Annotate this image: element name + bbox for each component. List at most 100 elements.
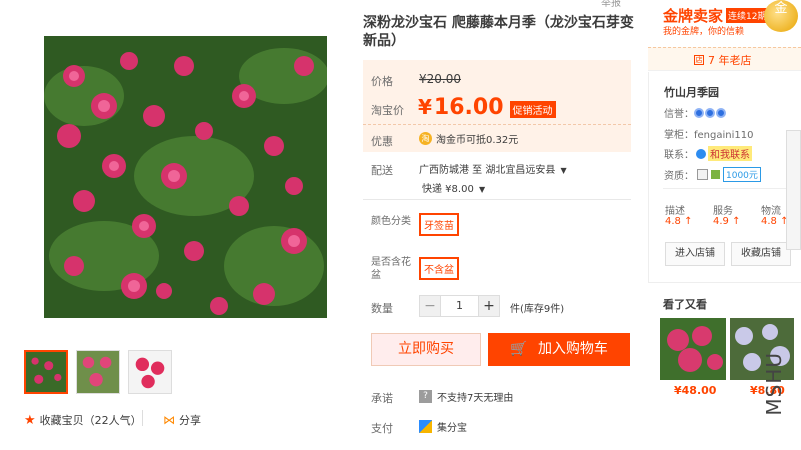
enter-shop-button[interactable]: 进入店铺 bbox=[665, 242, 725, 266]
contact-row: 联系： 和我联系 bbox=[664, 146, 752, 161]
qualification-label: 资质： bbox=[664, 171, 694, 182]
chevron-down-icon: ▼ bbox=[560, 166, 567, 175]
pay-row: 集分宝 bbox=[419, 419, 467, 434]
credit-label: 信誉： bbox=[664, 109, 694, 120]
shipping-label: 配送 bbox=[371, 164, 393, 177]
quantity-input[interactable]: 1 bbox=[441, 295, 478, 317]
favorite-item-button[interactable]: ★ 收藏宝贝（22人气） bbox=[24, 412, 142, 428]
list-price-value: ¥20.00 bbox=[419, 72, 461, 86]
watermark: MSHU bbox=[762, 352, 786, 416]
favorite-label: 收藏宝贝（22人气） bbox=[39, 414, 142, 427]
buy-now-button[interactable]: 立即购买 bbox=[371, 333, 481, 366]
score-value: 4.9 ↑ bbox=[713, 216, 741, 227]
shipping-method-text: 快递 ¥8.00 bbox=[422, 184, 474, 195]
seen-also-title: 看了又看 bbox=[663, 298, 707, 311]
discount-label: 优惠 bbox=[371, 135, 393, 148]
thumbnail-image bbox=[26, 352, 66, 392]
qualification-row: 资质： 1000元 bbox=[664, 167, 761, 182]
gold-coin-icon: 淘 bbox=[419, 132, 432, 145]
thumbnail-1[interactable] bbox=[24, 350, 68, 394]
shipping-route-text: 广西防城港 至 湖北宜昌远安县 bbox=[419, 165, 556, 176]
deposit-icon bbox=[711, 170, 720, 179]
share-label: 分享 bbox=[179, 414, 201, 427]
contact-label: 联系： bbox=[664, 150, 694, 161]
chevron-down-icon: ▼ bbox=[479, 185, 486, 194]
pay-text: 集分宝 bbox=[437, 423, 467, 434]
seen-also-price: ¥48.00 bbox=[674, 384, 717, 397]
contact-seller-button[interactable]: 和我联系 bbox=[708, 146, 752, 161]
credit-row: 信誉： bbox=[664, 105, 727, 120]
sku-option-seedling[interactable]: 牙签苗 bbox=[419, 213, 459, 236]
price-value: 16.00 bbox=[433, 95, 504, 120]
pay-label: 支付 bbox=[371, 422, 393, 435]
product-title: 深粉龙沙宝石 爬藤藤本月季（龙沙宝石芽变新品） bbox=[363, 15, 634, 49]
price-divider bbox=[363, 124, 631, 125]
shop-icon: 店 bbox=[694, 55, 704, 65]
jifenbao-icon bbox=[419, 420, 432, 433]
share-button[interactable]: ⋈ 分享 bbox=[163, 412, 201, 428]
quantity-plus-button[interactable]: + bbox=[478, 295, 500, 317]
credit-diamond-icon bbox=[705, 107, 715, 118]
color-label: 颜色分类 bbox=[371, 216, 411, 227]
promise-text: 不支持7天无理由 bbox=[437, 393, 514, 404]
shipping-route[interactable]: 广西防城港 至 湖北宜昌远安县 ▼ bbox=[419, 161, 567, 176]
score-value: 4.8 ↑ bbox=[665, 216, 693, 227]
credit-diamond-icon bbox=[694, 107, 704, 118]
thumbnail-2[interactable] bbox=[76, 350, 120, 394]
thumbnail-3[interactable] bbox=[128, 350, 172, 394]
divider bbox=[142, 410, 143, 426]
share-icon: ⋈ bbox=[163, 413, 175, 427]
seen-also-image bbox=[660, 318, 726, 380]
owner-label: 掌柜： bbox=[664, 130, 694, 141]
star-icon: ★ bbox=[24, 412, 36, 428]
stock-text: 件(库存9件) bbox=[510, 304, 565, 315]
score-label: 物流 bbox=[761, 206, 781, 217]
promise-label: 承诺 bbox=[371, 392, 393, 405]
question-icon: ? bbox=[419, 390, 432, 403]
thumbnail-image bbox=[77, 351, 119, 393]
score-label: 服务 bbox=[713, 206, 733, 217]
quantity-stepper: − 1 + bbox=[419, 295, 500, 317]
add-to-cart-label: 加入购物车 bbox=[537, 341, 608, 357]
discount-row: 淘 淘金币可抵0.32元 bbox=[419, 131, 518, 146]
shop-name[interactable]: 竹山月季园 bbox=[664, 84, 719, 100]
discount-text: 淘金币可抵0.32元 bbox=[436, 135, 519, 146]
quantity-minus-button[interactable]: − bbox=[419, 295, 441, 317]
cart-icon: 🛒 bbox=[510, 341, 528, 357]
gold-seller-title: 金牌卖家 bbox=[663, 7, 724, 25]
currency-symbol: ¥ bbox=[418, 95, 432, 119]
owner-row: 掌柜：fengaini110 bbox=[664, 126, 753, 141]
list-price-label: 价格 bbox=[371, 75, 393, 88]
credit-diamond-icon bbox=[716, 107, 726, 118]
wangwang-icon bbox=[696, 148, 706, 159]
report-link[interactable]: 举报 bbox=[601, 0, 621, 9]
current-price: ¥ 16.00 促销活动 bbox=[418, 95, 556, 120]
pot-label: 是否含花盆 bbox=[371, 257, 411, 281]
streak-badge: 连续12期 bbox=[726, 8, 769, 23]
deposit-amount: 1000元 bbox=[723, 167, 761, 182]
promise-row: ? 不支持7天无理由 bbox=[419, 389, 513, 404]
shop-age-text: 7 年老店 bbox=[708, 54, 752, 67]
taobao-price-label: 淘宝价 bbox=[371, 104, 404, 117]
thumbnail-image bbox=[129, 351, 171, 393]
id-card-icon bbox=[697, 169, 708, 180]
favorite-shop-button[interactable]: 收藏店铺 bbox=[731, 242, 791, 266]
divider bbox=[648, 282, 801, 283]
gold-seller-subtitle: 我的金牌，你的信赖 bbox=[663, 27, 745, 37]
sku-option-no-pot[interactable]: 不含盆 bbox=[419, 257, 459, 280]
rose-bush-image bbox=[44, 36, 327, 318]
divider bbox=[363, 199, 631, 200]
add-to-cart-button[interactable]: 🛒 加入购物车 bbox=[488, 333, 630, 366]
shipping-method[interactable]: 快递 ¥8.00 ▼ bbox=[422, 180, 485, 195]
product-main-image[interactable] bbox=[44, 36, 327, 318]
divider bbox=[663, 188, 788, 189]
quantity-label: 数量 bbox=[371, 302, 393, 315]
score-value: 4.8 ↑ bbox=[761, 216, 789, 227]
medal-icon: 金 bbox=[764, 0, 798, 32]
seen-also-item-1[interactable] bbox=[660, 318, 726, 380]
owner-name: fengaini110 bbox=[694, 130, 754, 141]
side-toolbar[interactable] bbox=[786, 130, 801, 250]
shop-age-bar: 店 7 年老店 bbox=[648, 47, 801, 71]
promo-badge[interactable]: 促销活动 bbox=[509, 101, 556, 118]
score-label: 描述 bbox=[665, 206, 685, 217]
